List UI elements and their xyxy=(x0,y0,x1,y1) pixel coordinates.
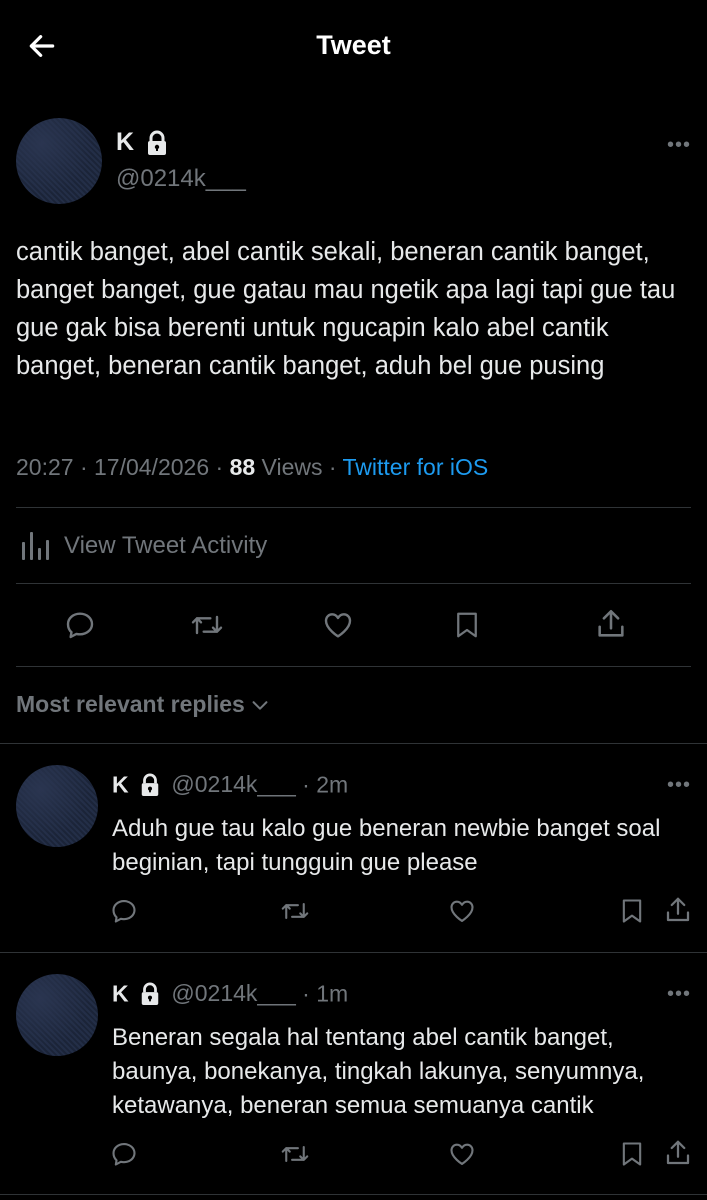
reply-text: Aduh gue tau kalo gue beneran newbie ban… xyxy=(112,815,661,876)
reply-icon[interactable] xyxy=(110,1140,138,1168)
reply-text: Beneran segala hal tentang abel cantik b… xyxy=(112,1024,645,1119)
bookmark-icon[interactable] xyxy=(618,897,646,925)
reply-icon[interactable] xyxy=(64,609,96,641)
more-icon[interactable]: ••• xyxy=(667,775,691,795)
tweet-source[interactable]: Twitter for iOS xyxy=(343,454,489,480)
reply-time[interactable]: · 1m xyxy=(296,980,348,1006)
reply-avatar[interactable] xyxy=(16,765,98,847)
share-icon[interactable] xyxy=(663,1138,693,1168)
divider xyxy=(16,666,691,667)
divider xyxy=(0,1194,707,1195)
replies-sort-label: Most relevant replies xyxy=(16,691,245,717)
reply-time[interactable]: · 2m xyxy=(296,771,348,797)
bookmark-icon[interactable] xyxy=(618,1140,646,1168)
bookmark-icon[interactable] xyxy=(452,609,482,641)
chevron-down-icon xyxy=(249,694,271,716)
view-activity-label: View Tweet Activity xyxy=(64,532,268,559)
divider xyxy=(16,583,691,584)
more-icon[interactable]: ••• xyxy=(667,135,691,155)
view-activity-row[interactable]: View Tweet Activity xyxy=(16,526,691,566)
meta-separator: · xyxy=(322,454,343,480)
lock-icon xyxy=(145,130,169,156)
tweet-time[interactable]: 20:27 · 17/04/2026 · xyxy=(16,454,230,480)
author-row[interactable]: K xyxy=(116,128,169,160)
share-icon[interactable] xyxy=(663,895,693,925)
divider xyxy=(0,743,707,744)
views-label: Views xyxy=(255,454,323,480)
retweet-icon[interactable] xyxy=(279,1140,311,1168)
author-handle[interactable]: @0214k___ xyxy=(116,165,246,193)
reply-header: K @0214k___ · 2m xyxy=(112,770,348,798)
reply-icon[interactable] xyxy=(110,897,138,925)
views-count: 88 xyxy=(229,454,256,480)
reply-author-name[interactable]: K xyxy=(112,980,129,1006)
reply-header: K @0214k___ · 1m xyxy=(112,979,348,1007)
reply-author-handle[interactable]: @0214k___ xyxy=(171,771,295,797)
divider xyxy=(16,507,691,508)
retweet-icon[interactable] xyxy=(279,897,311,925)
author-name: K xyxy=(116,128,135,156)
replies-sort[interactable]: Most relevant replies xyxy=(16,691,271,718)
lock-icon xyxy=(139,773,161,797)
more-icon[interactable]: ••• xyxy=(667,984,691,1004)
retweet-icon[interactable] xyxy=(189,609,225,641)
divider xyxy=(0,952,707,953)
chart-icon xyxy=(20,530,52,562)
like-icon[interactable] xyxy=(448,1140,476,1168)
reply-author-handle[interactable]: @0214k___ xyxy=(171,980,295,1006)
page-title: Tweet xyxy=(316,30,391,60)
lock-icon xyxy=(139,982,161,1006)
avatar[interactable] xyxy=(16,118,102,204)
like-icon[interactable] xyxy=(321,609,355,641)
tweet-meta: 20:27 · 17/04/2026 · 88 Views · Twitter … xyxy=(16,454,488,481)
share-icon[interactable] xyxy=(594,607,628,641)
reply-avatar[interactable] xyxy=(16,974,98,1056)
tweet-text: cantik banget, abel cantik sekali, bener… xyxy=(16,238,676,380)
like-icon[interactable] xyxy=(448,897,476,925)
reply-author-name[interactable]: K xyxy=(112,771,129,797)
